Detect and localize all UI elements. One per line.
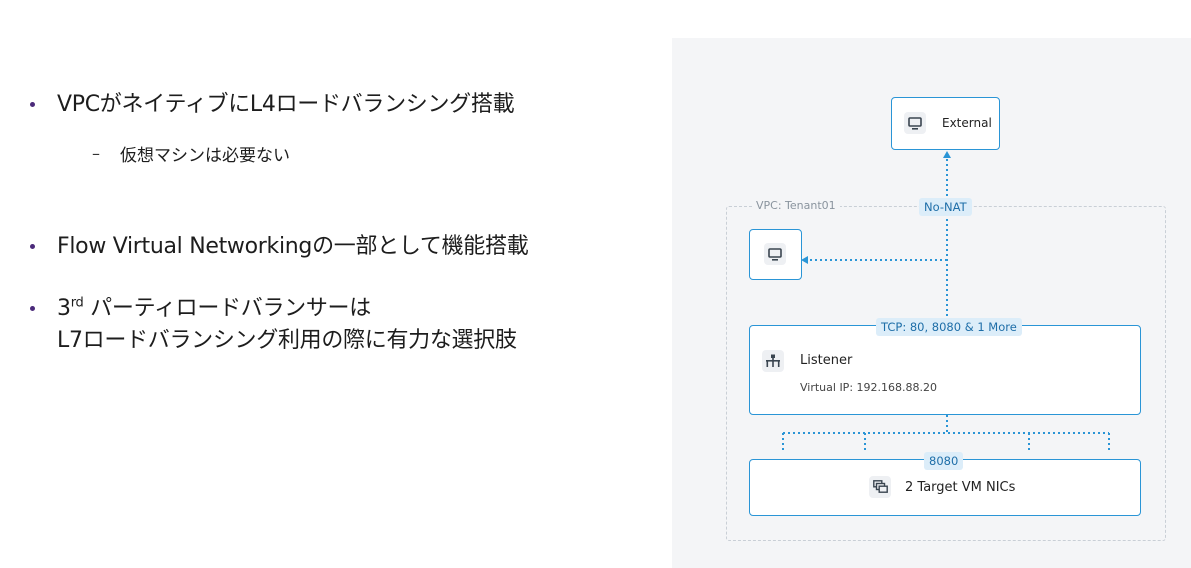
arrow-up-marker [943,151,951,158]
listener-vip: Virtual IP: 192.168.88.20 [800,381,937,394]
network-hierarchy-icon [762,350,784,372]
bullet-text: 3rd パーティロードバランサーは L7ロードバランシング利用の際に有力な選択肢 [57,293,517,357]
sub-bullet-text: 仮想マシンは必要ない [120,146,290,166]
vpc-label: VPC: Tenant01 [752,199,840,212]
bullet-dot [30,244,35,249]
bullet-item-3: 3rd パーティロードバランサーは L7ロードバランシング利用の際に有力な選択肢 [30,293,517,357]
bullet-text-line1: パーティロードバランサーは [83,296,371,321]
bullet-text-line2: L7ロードバランシング利用の際に有力な選択肢 [57,328,517,353]
bullet-text: Flow Virtual Networkingの一部として機能搭載 [57,234,529,259]
external-label: External [942,116,992,130]
listener-ports-badge: TCP: 80, 8080 & 1 More [876,318,1022,336]
sub-bullet-dash: – [92,144,100,163]
listener-node[interactable]: Listener Virtual IP: 192.168.88.20 [749,325,1141,415]
multiple-vm-icon [869,476,891,498]
bullet-text: VPCがネイティブにL4ロードバランシング搭載 [57,92,515,117]
bullet-item-2: Flow Virtual Networkingの一部として機能搭載 [30,231,529,263]
bullet-dot [30,102,35,107]
monitor-icon [904,112,926,134]
target-port-badge: 8080 [924,452,964,470]
nonat-badge: No-NAT [919,198,972,216]
bullet-subitem-1: – 仮想マシンは必要ない [92,141,290,166]
bullet-dot [30,306,35,311]
bullet-text-number: 3 [57,296,71,321]
diagram-panel: VPC: Tenant01 External No-NAT Listener V… [672,38,1191,568]
target-label: 2 Target VM NICs [905,480,1016,495]
external-node[interactable]: External [891,97,1000,150]
listener-title: Listener [800,353,853,368]
ordinal-superscript: rd [70,295,84,311]
bullet-list: VPCがネイティブにL4ロードバランシング搭載 – 仮想マシンは必要ない Flo… [0,0,660,568]
bullet-item-1: VPCがネイティブにL4ロードバランシング搭載 [30,89,515,121]
monitor-icon [764,243,786,265]
vm-node[interactable] [749,229,802,280]
